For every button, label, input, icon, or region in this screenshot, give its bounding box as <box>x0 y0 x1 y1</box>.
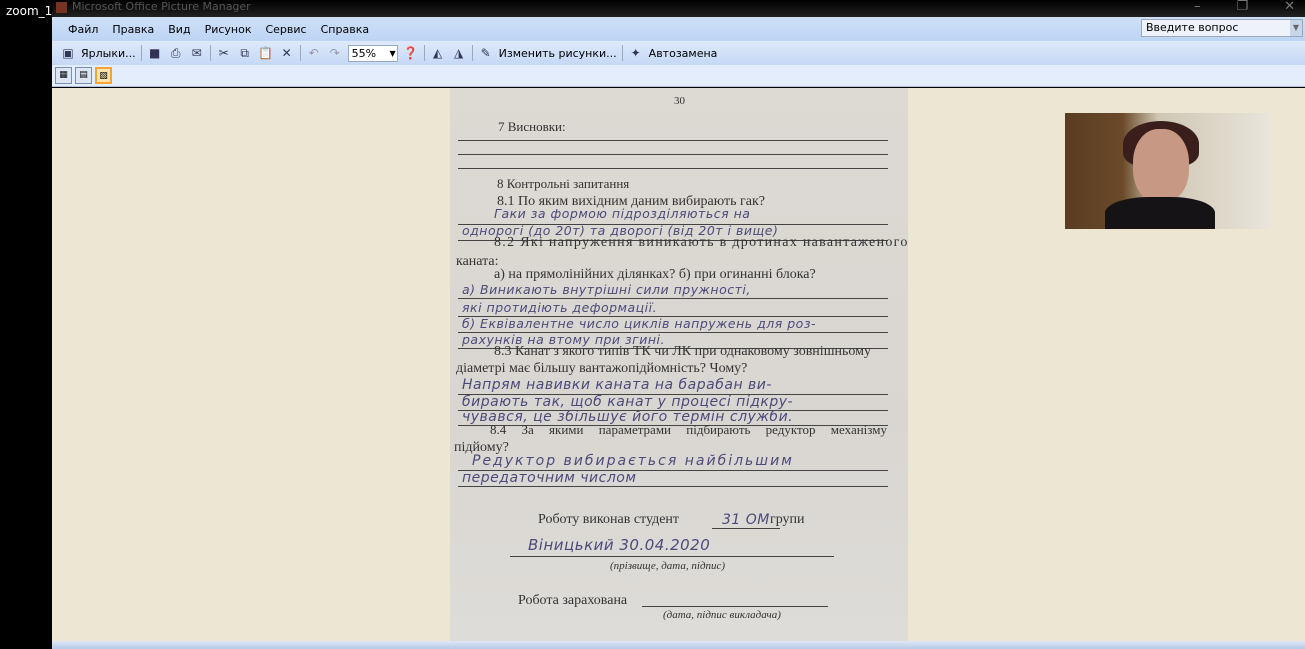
done-by-label: Роботу виконав студент <box>538 512 680 527</box>
undo-icon[interactable]: ↶ <box>306 45 322 61</box>
zoom-select[interactable]: 55% ▼ <box>347 44 398 62</box>
app-window: Microsoft Office Picture Manager – ❐ ✕ Фай… <box>52 0 1305 649</box>
window-title: Microsoft Office Picture Manager <box>72 0 251 13</box>
edit-pictures-icon[interactable]: ✎ <box>478 45 494 61</box>
email-icon[interactable]: ✉ <box>189 45 205 61</box>
question-8-3: 8.3 Канат з якого типів ТК чи ЛК при одн… <box>494 344 871 359</box>
answer-8-2: б) Еквівалентне число циклів напружень д… <box>462 316 816 331</box>
question-8-2: а) на прямолінійних ділянках? б) при оги… <box>494 267 816 282</box>
shortcuts-icon[interactable]: ▣ <box>60 45 76 61</box>
menu-tools[interactable]: Сервис <box>265 23 306 36</box>
signature: Віницький 30.04.2020 <box>528 536 711 554</box>
answer-8-2: а) Виникають внутрішні сили пружності, <box>462 282 751 297</box>
question-8-2: 8.2 Які напруження виникають в дротинах … <box>494 235 908 250</box>
save-icon[interactable]: ■ <box>147 45 163 61</box>
webcam-thumbnail <box>1065 113 1271 229</box>
accepted-label: Робота зарахована <box>518 593 628 608</box>
rotate-right-icon[interactable]: ◮ <box>451 45 467 61</box>
answer-8-4: передаточним числом <box>462 470 637 486</box>
answer-8-3: бирають так, щоб канат у процесі підкру- <box>462 394 794 410</box>
cut-icon[interactable]: ✂ <box>216 45 232 61</box>
group-label: групи <box>770 512 805 527</box>
title-bar: Microsoft Office Picture Manager – ❐ ✕ <box>52 0 1305 17</box>
toolbar: ▣ Ярлыки... ■ ⎙ ✉ ✂ ⧉ 📋 ✕ ↶ ↷ 55% ▼ ❓ ◭ ◮ ✎ Измени… <box>52 41 1305 65</box>
picture-viewer: 30 7 Висновки: 8 Контрольні запитання 8.… <box>52 88 1305 641</box>
minimize-button[interactable]: – <box>1194 0 1201 14</box>
autocorrect-button[interactable]: Автозамена <box>649 47 718 60</box>
answer-8-2: які протидіють деформації. <box>462 300 658 315</box>
rotate-left-icon[interactable]: ◭ <box>430 45 446 61</box>
answer-8-3: Напрям навивки каната на барабан ви- <box>462 377 772 393</box>
document-photo: 30 7 Висновки: 8 Контрольні запитання 8.… <box>450 88 908 641</box>
answer-8-4: Редуктор вибирається найбільшим <box>472 453 794 469</box>
thumbnail-view-icon[interactable]: ▦ <box>55 67 72 84</box>
left-panel: zoom_1 <box>0 0 52 649</box>
question-8-4: 8.4 За якими параметрами підбирають реду… <box>490 422 887 437</box>
menu-help[interactable]: Справка <box>321 23 369 36</box>
menu-edit[interactable]: Правка <box>112 23 154 36</box>
app-icon <box>56 2 67 13</box>
chevron-down-icon[interactable]: ▼ <box>1290 20 1302 36</box>
shortcuts-button[interactable]: Ярлыки... <box>81 47 136 60</box>
paste-icon[interactable]: 📋 <box>258 45 274 61</box>
help-search-input[interactable]: Введите вопрос ▼ <box>1141 19 1303 37</box>
section-8: 8 Контрольні запитання <box>497 176 630 191</box>
redo-icon[interactable]: ↷ <box>327 45 343 61</box>
menu-picture[interactable]: Рисунок <box>205 23 252 36</box>
zoom-label: zoom_1 <box>6 4 53 18</box>
edit-pictures-button[interactable]: Изменить рисунки... <box>499 47 617 60</box>
help-icon[interactable]: ❓ <box>403 45 419 61</box>
question-8-2: каната: <box>456 254 499 269</box>
copy-icon[interactable]: ⧉ <box>237 45 253 61</box>
section-7: 7 Висновки: <box>498 119 566 134</box>
menu-view[interactable]: Вид <box>168 23 190 36</box>
status-bar <box>52 641 1305 649</box>
menu-file[interactable]: Файл <box>68 23 98 36</box>
single-picture-view-icon[interactable]: ▧ <box>95 67 112 84</box>
page-number: 30 <box>674 95 685 107</box>
question-8-3: діаметрі має більшу вантажопідйомність? … <box>456 361 748 376</box>
menu-bar: Файл Правка Вид Рисунок Сервис Справка В… <box>52 17 1305 41</box>
delete-icon[interactable]: ✕ <box>279 45 295 61</box>
signature-caption: (прізвище, дата, підпис) <box>610 560 726 572</box>
filmstrip-view-icon[interactable]: ▤ <box>75 67 92 84</box>
maximize-button[interactable]: ❐ <box>1236 0 1248 14</box>
close-button[interactable]: ✕ <box>1284 0 1295 14</box>
accepted-caption: (дата, підпис викладача) <box>663 609 781 621</box>
autocorrect-icon[interactable]: ✦ <box>628 45 644 61</box>
answer-8-1: Гаки за формою підрозділяються на <box>494 206 751 221</box>
print-icon[interactable]: ⎙ <box>168 45 184 61</box>
view-bar: ▦ ▤ ▧ <box>52 65 1305 87</box>
